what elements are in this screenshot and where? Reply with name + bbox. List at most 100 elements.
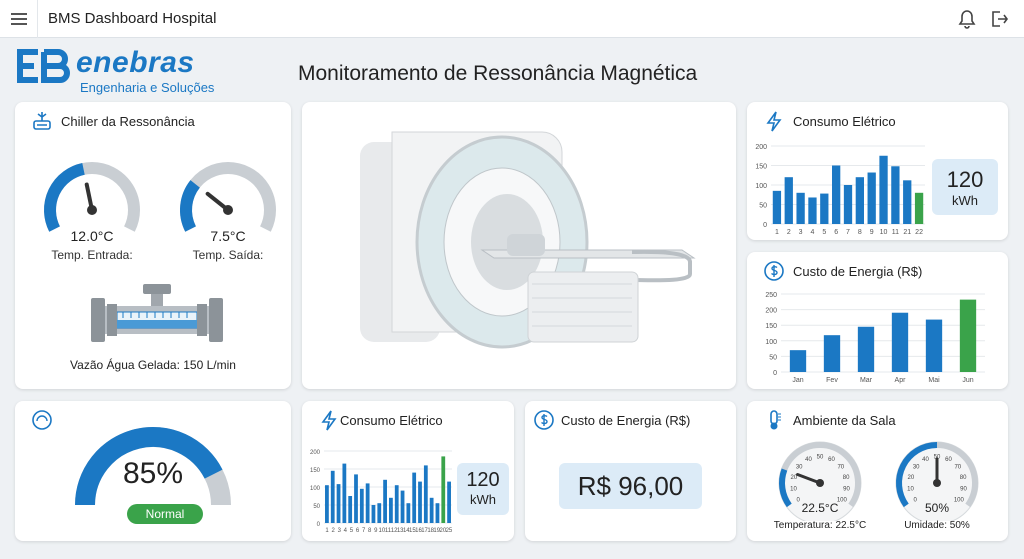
x-tick-label: 7 [362,528,366,534]
page-title: Monitoramento de Ressonância Magnética [298,62,698,85]
mri-image-card [302,102,736,389]
dial-tick-label: 70 [954,464,961,470]
bar [359,488,364,523]
x-tick-label: 6 [356,528,360,534]
x-tick-label: Mai [928,377,940,384]
y-tick-label: 50 [759,203,767,210]
dial-tick-label: 60 [945,457,952,463]
bar [820,193,829,224]
bar [879,155,888,224]
outlet-temp-label: Temp. Saída: [192,248,264,262]
dial-tick-label: 20 [908,475,915,481]
dial-hub [933,479,941,487]
cost-title: Custo de Energia (R$) [793,264,923,279]
bar [412,472,417,523]
efficiency-icon [32,410,52,430]
x-tick-label: 3 [799,229,803,236]
bar [348,496,353,523]
enebras-logo: enebras Engenharia e Soluções [14,44,224,96]
x-tick-label: 21 [903,229,911,236]
x-tick-label: Apr [895,377,907,384]
dollar-icon [764,261,784,281]
bar [418,481,422,523]
y-tick-label: 200 [310,450,321,456]
x-tick-label: Mar [860,377,873,384]
bar [903,180,912,224]
bar [377,503,382,523]
lightning-icon [321,410,337,431]
x-tick-label: 3 [338,528,342,534]
consumption-kpi-box: 120 kWh [457,463,509,515]
consumption-bar-chart-detailed: 0501001502001 2 3 4 5 6 7 8 9 10 11 12 13 14 15 16 17 18 1… [310,450,453,534]
lightning-icon [766,111,782,132]
bar [383,479,387,523]
snowflake-icon [33,112,51,130]
dial-tick-label: 80 [960,475,967,481]
bell-icon[interactable] [958,9,976,29]
bar [447,481,451,523]
y-tick-label: 200 [755,144,767,151]
x-tick-label: 6 [834,229,838,236]
consumption-unit: kWh [952,193,978,208]
inlet-temp-label: Temp. Entrada: [51,248,133,262]
energy-cost-card-top: Custo de Energia (R$) 0 50 100 150 200 250 Jan… [747,252,1008,389]
y-tick-label: 150 [755,164,767,171]
x-tick-label: 7 [846,229,850,236]
dial-tick-label: 50 [817,455,824,461]
x-tick-label: 5 [350,528,354,534]
thermometer-icon [770,410,781,430]
efficiency-value: 85% [122,457,184,490]
consumption-unit: kWh [470,492,496,507]
top-bar: BMS Dashboard Hospital [0,0,1024,38]
bar [891,312,909,372]
cost-bar-chart: 0 50 100 150 200 250 Jan Fev Mar Apr Mai Jun [765,292,985,384]
x-tick-label: 1 [775,229,779,236]
x-tick-label: 8 [858,229,862,236]
logo-wordmark: enebras [76,46,195,79]
dollar-icon [534,410,554,430]
x-tick-label: 9 [870,229,874,236]
bar [441,456,446,523]
x-tick-label: 4 [344,528,348,534]
bar [867,172,876,224]
bar [406,503,411,523]
y-tick-label: 50 [313,504,320,510]
mri-scanner-image [360,131,696,349]
environment-title: Ambiente da Sala [793,413,896,428]
bar [832,165,841,224]
bar [325,485,329,523]
bar [772,190,782,224]
efficiency-status-badge: Normal [127,504,203,524]
bar [389,497,393,523]
chiller-card: Chiller da Ressonância 12.0°C Temp. Entr… [15,102,291,389]
y-tick-label: 250 [765,292,777,299]
dial-tick-label: 70 [837,464,844,470]
bar [354,474,358,523]
dial-tick-label: 40 [805,457,812,463]
consumption-bar-chart: 0 50 100 150 200 1 2 3 4 5 6 7 8 9 10 11 21 22 [755,144,925,236]
x-tick-label: Jun [962,377,973,384]
dial-tick-label: 90 [843,487,850,493]
temperature-value: 22.5°C [801,501,839,515]
bar [394,485,399,523]
bar [808,197,817,224]
y-tick-label: 0 [763,222,767,229]
logout-icon[interactable] [990,9,1008,29]
x-tick-label: Jan [792,377,803,384]
x-tick-label: 25 [446,528,453,534]
chilled-water-pipe-icon [91,284,223,342]
y-tick-label: 100 [755,183,767,190]
x-tick-label: 11 [892,229,899,236]
efficiency-card: 85% Normal [15,401,291,541]
app-title: BMS Dashboard Hospital [48,10,217,27]
y-tick-label: 150 [310,468,321,474]
bar [789,350,807,372]
menu-icon[interactable] [0,0,38,38]
energy-consumption-card-top: Consumo Elétrico 0 50 100 150 200 1 2 3 4 5 6 7 8 9 10… [747,102,1008,240]
cost-title: Custo de Energia (R$) [561,413,691,428]
y-tick-label: 100 [310,486,321,492]
consumption-title: Consumo Elétrico [793,114,896,129]
dial-tick-label: 10 [790,487,797,493]
bar [823,335,841,372]
x-tick-label: 10 [880,229,888,236]
